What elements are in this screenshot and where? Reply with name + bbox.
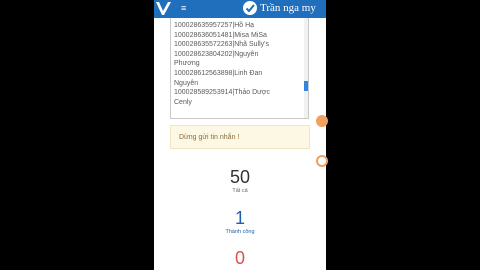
success-count: 1 bbox=[234, 208, 245, 228]
phone-screen: ≡ Trần nga my 100028635957257|Hồ Hạ 1000… bbox=[154, 0, 326, 270]
fail-count: 0 bbox=[234, 248, 245, 268]
list-scrollbar[interactable] bbox=[304, 18, 308, 118]
hamburger-menu-icon[interactable]: ≡ bbox=[181, 3, 189, 13]
app-logo-icon bbox=[155, 0, 173, 18]
floating-handle-icon[interactable] bbox=[316, 115, 328, 127]
list-line: Phương bbox=[174, 60, 200, 68]
app-header: ≡ Trần nga my bbox=[154, 0, 326, 18]
floating-ring-icon[interactable] bbox=[316, 155, 328, 167]
list-line: 100028623804202|Nguyễn bbox=[174, 50, 259, 58]
warning-text: Dừng gửi tin nhắn ! bbox=[179, 134, 240, 141]
list-line: 100028635957257|Hồ Hạ bbox=[174, 22, 255, 29]
verified-check-icon bbox=[243, 1, 257, 15]
uid-list-textarea[interactable]: 100028635957257|Hồ Hạ 100028636051481|Mi… bbox=[170, 18, 309, 119]
user-name[interactable]: Trần nga my bbox=[260, 2, 316, 15]
scrollbar-thumb[interactable] bbox=[304, 81, 308, 91]
total-label: Tất cả bbox=[232, 188, 248, 194]
stop-warning-alert: Dừng gửi tin nhắn ! bbox=[170, 125, 310, 149]
video-frame: ≡ Trần nga my 100028635957257|Hồ Hạ 1000… bbox=[0, 0, 480, 270]
success-label: Thành công bbox=[225, 229, 255, 235]
list-line: 100028635572263|Nhã Sully's bbox=[174, 41, 270, 49]
list-line: Cenly bbox=[174, 98, 192, 106]
list-line: 100028589253914|Thảo Dược bbox=[174, 89, 270, 97]
uid-list-content: 100028635957257|Hồ Hạ 100028636051481|Mi… bbox=[174, 21, 300, 107]
list-line: 100028612563898|Linh Đan bbox=[174, 69, 263, 77]
list-line: 100028636051481|Misa MiSa bbox=[174, 31, 267, 39]
total-count: 50 bbox=[229, 167, 251, 187]
list-line: Nguyễn bbox=[174, 79, 199, 87]
